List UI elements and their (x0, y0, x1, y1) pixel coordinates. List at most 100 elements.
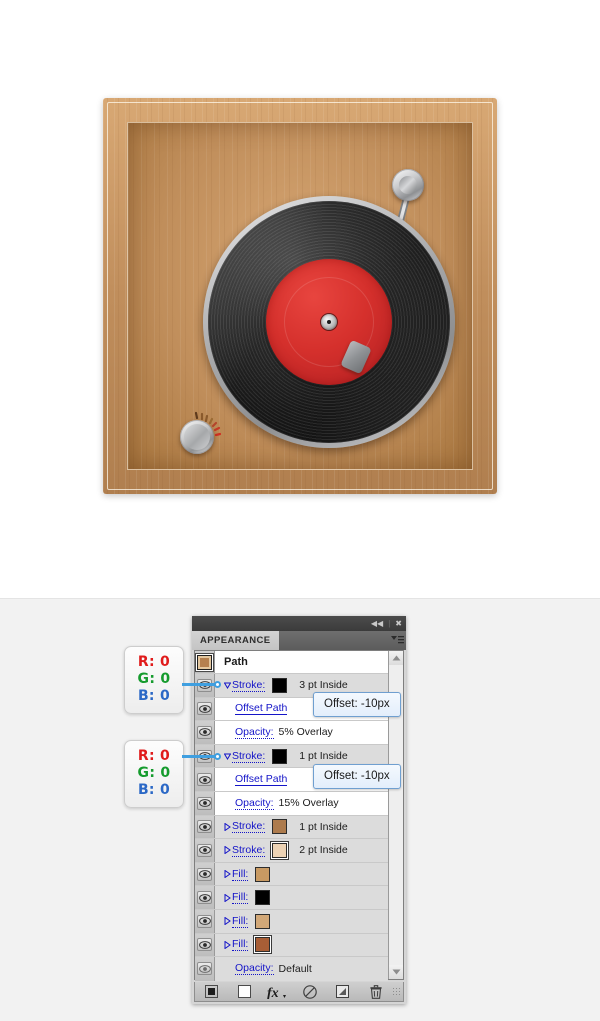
path-thumbnail (197, 655, 212, 670)
path-header-row: Path (195, 651, 388, 674)
stroke-weight-meta: 1 pt Inside (299, 750, 347, 762)
fill-label[interactable]: Fill: (232, 938, 248, 951)
add-new-fill-button[interactable] (228, 982, 261, 1001)
fill-color-swatch[interactable] (255, 890, 270, 905)
stroke-label[interactable]: Stroke: (232, 844, 265, 857)
rgb-callout-2-r: R: 0 (125, 748, 183, 765)
path-thumbnail-cell[interactable] (195, 651, 215, 673)
fill-color-swatch[interactable] (255, 914, 270, 929)
appearance-row-fill-1[interactable]: Fill: (195, 863, 388, 887)
visibility-toggle[interactable] (195, 934, 215, 957)
triangle-right-icon[interactable] (223, 941, 232, 949)
spindle (321, 314, 337, 330)
opacity-label[interactable]: Opacity: (235, 962, 274, 975)
visibility-toggle[interactable] (195, 910, 215, 933)
volume-knob-face (184, 424, 210, 450)
offset-tooltip-1: Offset: -10px (313, 692, 401, 717)
triangle-right-icon[interactable] (223, 917, 232, 925)
rgb-callout-1-g: G: 0 (125, 671, 183, 688)
page-title: Path (224, 656, 248, 668)
scroll-down-arrow-icon[interactable] (389, 965, 403, 979)
eye-icon (197, 702, 212, 715)
tab-appearance-label: APPEARANCE (200, 635, 271, 646)
stroke-weight-meta: 1 pt Inside (299, 821, 347, 833)
volume-knob-assembly (178, 406, 234, 456)
eye-icon (197, 773, 212, 786)
appearance-row-opacity-1[interactable]: Opacity: 5% Overlay (195, 721, 388, 745)
eye-icon (197, 938, 212, 951)
eye-icon (197, 915, 212, 928)
panel-menu-icon[interactable] (388, 631, 406, 650)
eye-icon (197, 726, 212, 739)
offset-tooltip-2-text: Offset: -10px (324, 770, 390, 782)
visibility-toggle[interactable] (195, 721, 215, 744)
opacity-value: 5% Overlay (279, 726, 333, 738)
stroke-color-swatch[interactable] (272, 819, 287, 834)
duplicate-item-button[interactable] (326, 982, 359, 1001)
record-platter-rim (203, 196, 455, 448)
triangle-right-icon[interactable] (223, 894, 232, 902)
fill-color-swatch[interactable] (255, 937, 270, 952)
callout-1-leader-endpoint (214, 681, 221, 688)
appearance-row-stroke-2pt-tan[interactable]: Stroke: 2 pt Inside (195, 839, 388, 863)
eye-icon (197, 820, 212, 833)
panel-titlebar: ◀◀ | ✖ (192, 616, 406, 631)
visibility-toggle[interactable] (195, 768, 215, 791)
rgb-callout-1-r: R: 0 (125, 654, 183, 671)
opacity-value: Default (279, 963, 312, 975)
visibility-toggle[interactable] (195, 792, 215, 815)
stroke-color-swatch[interactable] (272, 678, 287, 693)
appearance-row-stroke-1pt-brown[interactable]: Stroke: 1 pt Inside (195, 816, 388, 840)
triangle-down-icon[interactable] (223, 753, 232, 760)
panel-resize-grip[interactable] (392, 987, 401, 996)
clear-appearance-button[interactable] (294, 982, 327, 1001)
visibility-toggle[interactable] (195, 886, 215, 909)
tab-row-spacer (279, 631, 388, 650)
spindle-hole (327, 320, 331, 324)
eye-icon (197, 962, 212, 975)
record-center-label (266, 259, 392, 385)
triangle-right-icon[interactable] (223, 870, 232, 878)
stroke-label[interactable]: Stroke: (232, 679, 265, 692)
turntable-plate (127, 122, 473, 470)
callout-2-leader-endpoint (214, 753, 221, 760)
fill-label[interactable]: Fill: (232, 891, 248, 904)
collapse-panel-icon[interactable]: ◀◀ (370, 620, 384, 628)
effect-name-label[interactable]: Offset Path (235, 773, 287, 786)
add-new-effect-button[interactable]: fx (261, 982, 294, 1001)
stroke-color-swatch[interactable] (272, 843, 287, 858)
visibility-toggle[interactable] (195, 816, 215, 839)
visibility-toggle[interactable] (195, 863, 215, 886)
triangle-down-icon[interactable] (223, 682, 232, 689)
rgb-callout-1: R: 0 G: 0 B: 0 (124, 646, 184, 714)
tab-appearance[interactable]: APPEARANCE (192, 631, 279, 650)
opacity-label[interactable]: Opacity: (235, 726, 274, 739)
appearance-row-fill-4[interactable]: Fill: (195, 934, 388, 958)
rgb-callout-2: R: 0 G: 0 B: 0 (124, 740, 184, 808)
scroll-up-arrow-icon[interactable] (389, 651, 403, 665)
fill-color-swatch[interactable] (255, 867, 270, 882)
delete-item-button[interactable] (359, 982, 392, 1001)
fill-label[interactable]: Fill: (232, 868, 248, 881)
visibility-toggle[interactable] (195, 957, 215, 981)
add-new-stroke-button[interactable] (195, 982, 228, 1001)
visibility-toggle[interactable] (195, 698, 215, 721)
close-icon[interactable]: ✖ (394, 620, 403, 628)
appearance-row-fill-2[interactable]: Fill: (195, 886, 388, 910)
tonearm-pivot-core (399, 176, 417, 194)
visibility-toggle[interactable] (195, 839, 215, 862)
stroke-weight-meta: 2 pt Inside (299, 844, 347, 856)
appearance-row-fill-3[interactable]: Fill: (195, 910, 388, 934)
stroke-label[interactable]: Stroke: (232, 750, 265, 763)
rgb-callout-2-b: B: 0 (125, 782, 183, 799)
triangle-right-icon[interactable] (223, 846, 232, 854)
appearance-row-opacity-2[interactable]: Opacity: 15% Overlay (195, 792, 388, 816)
opacity-label[interactable]: Opacity: (235, 797, 274, 810)
stroke-label[interactable]: Stroke: (232, 820, 265, 833)
triangle-right-icon[interactable] (223, 823, 232, 831)
effect-name-label[interactable]: Offset Path (235, 702, 287, 715)
turntable-illustration (103, 98, 497, 494)
appearance-row-opacity-default[interactable]: Opacity: Default (195, 957, 388, 981)
stroke-color-swatch[interactable] (272, 749, 287, 764)
fill-label[interactable]: Fill: (232, 915, 248, 928)
